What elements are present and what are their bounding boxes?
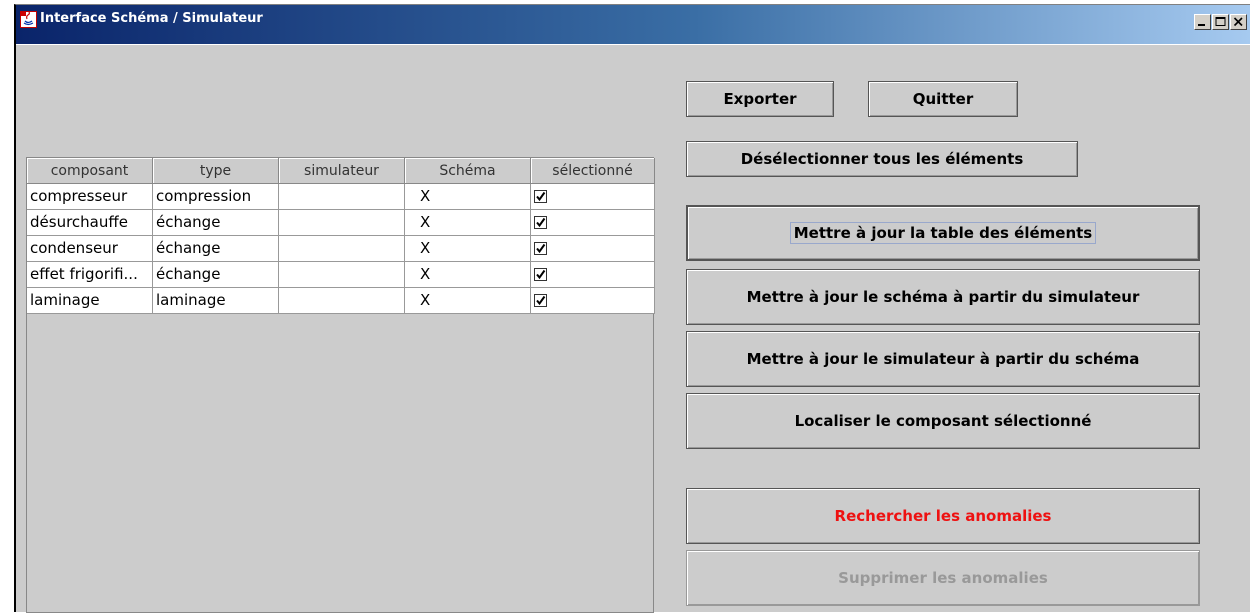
- table-header: composant type simulateur Schéma sélecti…: [27, 158, 655, 184]
- cell-selected[interactable]: [531, 210, 655, 236]
- update-table-label: Mettre à jour la table des éléments: [789, 222, 1097, 244]
- cell-selected[interactable]: [531, 262, 655, 288]
- selected-checkbox[interactable]: [534, 190, 547, 203]
- cell-simulateur[interactable]: [279, 184, 405, 210]
- cell-simulateur[interactable]: [279, 236, 405, 262]
- column-header-composant[interactable]: composant: [27, 158, 153, 184]
- cell-composant[interactable]: laminage: [27, 288, 153, 314]
- column-header-type[interactable]: type: [153, 158, 279, 184]
- cell-type[interactable]: échange: [153, 236, 279, 262]
- cell-simulateur[interactable]: [279, 262, 405, 288]
- selected-checkbox[interactable]: [534, 268, 547, 281]
- table-row[interactable]: désurchauffe échange X: [27, 210, 655, 236]
- cell-composant[interactable]: condenseur: [27, 236, 153, 262]
- deselect-all-button[interactable]: Désélectionner tous les éléments: [686, 141, 1078, 177]
- selected-checkbox[interactable]: [534, 242, 547, 255]
- column-header-schema[interactable]: Schéma: [405, 158, 531, 184]
- selected-checkbox[interactable]: [534, 216, 547, 229]
- table-row[interactable]: compresseur compression X: [27, 184, 655, 210]
- cell-schema[interactable]: X: [405, 236, 531, 262]
- update-schema-from-simulator-button[interactable]: Mettre à jour le schéma à partir du simu…: [686, 269, 1200, 325]
- export-button[interactable]: Exporter: [686, 81, 834, 117]
- delete-anomalies-button: Supprimer les anomalies: [686, 550, 1200, 606]
- column-header-selectionne[interactable]: sélectionné: [531, 158, 655, 184]
- quit-button[interactable]: Quitter: [868, 81, 1018, 117]
- java-app-icon: [20, 11, 37, 28]
- locate-component-button[interactable]: Localiser le composant sélectionné: [686, 393, 1200, 449]
- components-table: composant type simulateur Schéma sélecti…: [26, 157, 655, 613]
- selected-checkbox[interactable]: [534, 294, 547, 307]
- cell-type[interactable]: échange: [153, 262, 279, 288]
- cell-schema[interactable]: X: [405, 288, 531, 314]
- cell-schema[interactable]: X: [405, 184, 531, 210]
- title-bar[interactable]: Interface Schéma / Simulateur: [16, 5, 1250, 45]
- table-row[interactable]: condenseur échange X: [27, 236, 655, 262]
- cell-simulateur[interactable]: [279, 210, 405, 236]
- update-table-button[interactable]: Mettre à jour la table des éléments: [686, 205, 1200, 261]
- table-row[interactable]: effet frigorifi... échange X: [27, 262, 655, 288]
- cell-composant[interactable]: compresseur: [27, 184, 153, 210]
- table-row[interactable]: laminage laminage X: [27, 288, 655, 314]
- table-body: compresseur compression X désurchauffe é…: [27, 184, 655, 314]
- cell-type[interactable]: échange: [153, 210, 279, 236]
- cell-type[interactable]: laminage: [153, 288, 279, 314]
- close-icon[interactable]: [1230, 14, 1247, 30]
- column-header-simulateur[interactable]: simulateur: [279, 158, 405, 184]
- cell-simulateur[interactable]: [279, 288, 405, 314]
- cell-composant[interactable]: désurchauffe: [27, 210, 153, 236]
- minimize-icon[interactable]: [1194, 14, 1211, 30]
- cell-type[interactable]: compression: [153, 184, 279, 210]
- search-anomalies-button[interactable]: Rechercher les anomalies: [686, 488, 1200, 544]
- cell-composant[interactable]: effet frigorifi...: [27, 262, 153, 288]
- maximize-icon[interactable]: [1212, 14, 1229, 30]
- cell-schema[interactable]: X: [405, 262, 531, 288]
- cell-schema[interactable]: X: [405, 210, 531, 236]
- cell-selected[interactable]: [531, 288, 655, 314]
- cell-selected[interactable]: [531, 184, 655, 210]
- window-title: Interface Schéma / Simulateur: [40, 11, 263, 26]
- cell-selected[interactable]: [531, 236, 655, 262]
- app-window: Interface Schéma / Simulateur composant …: [14, 4, 1250, 613]
- update-simulator-from-schema-button[interactable]: Mettre à jour le simulateur à partir du …: [686, 331, 1200, 387]
